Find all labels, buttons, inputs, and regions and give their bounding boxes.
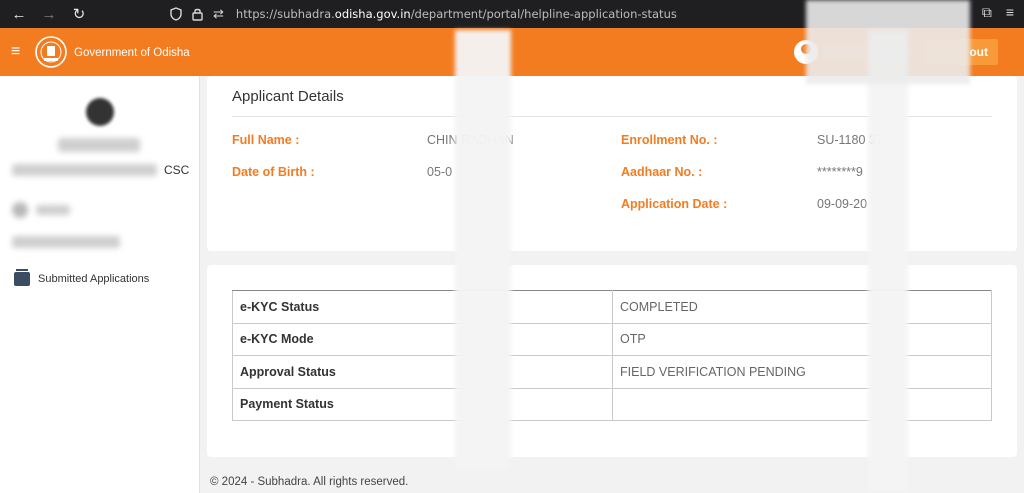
- folder-icon: [14, 269, 30, 286]
- dob-value: 05-0: [427, 165, 453, 179]
- profile-avatar: [86, 98, 114, 126]
- enrollment-label: Enrollment No. :: [621, 133, 718, 147]
- site-permissions-icon[interactable]: ⇄: [213, 6, 224, 22]
- gov-title[interactable]: Government of Odisha: [74, 47, 190, 59]
- aadhaar-value: ********9: [817, 165, 863, 179]
- nav-item-blurred[interactable]: [12, 236, 120, 248]
- payment-status-value: [612, 387, 992, 421]
- ekyc-mode-value: OTP: [612, 322, 992, 356]
- back-arrow-icon[interactable]: ←: [6, 2, 32, 26]
- full-name-label: Full Name :: [232, 133, 300, 147]
- application-date-value: 09-09-20: [817, 197, 868, 211]
- ekyc-status-label: e-KYC Status: [232, 290, 613, 324]
- aadhaar-label: Aadhaar No. :: [621, 165, 703, 179]
- odisha-emblem-logo: [34, 34, 68, 70]
- privacy-blur-overlay: [868, 30, 908, 492]
- url-text: https://subhadra.odisha.gov.in/departmen…: [235, 7, 677, 21]
- privacy-blur-overlay: [455, 30, 511, 470]
- ekyc-status-value: COMPLETED: [612, 290, 992, 324]
- approval-status-value: FIELD VERIFICATION PENDING: [612, 355, 992, 389]
- forward-arrow-icon[interactable]: →: [36, 2, 62, 26]
- footer-copyright: © 2024 - Subhadra. All rights reserved.: [210, 476, 409, 488]
- sidebar-item-submitted-applications[interactable]: Submitted Applications: [14, 269, 150, 286]
- profile-subtitle-blurred: [12, 164, 157, 176]
- nav-icon-blurred: [12, 202, 28, 218]
- nav-item-blurred[interactable]: [36, 205, 70, 215]
- shield-icon: [170, 7, 182, 21]
- lock-icon: [192, 7, 203, 21]
- section-title: Applicant Details: [232, 88, 344, 105]
- extensions-icon[interactable]: ⧉: [982, 4, 992, 21]
- menu-icon[interactable]: ≡: [1006, 4, 1014, 21]
- profile-name-blurred: [58, 138, 140, 152]
- dob-label: Date of Birth :: [232, 165, 315, 179]
- ekyc-mode-label: e-KYC Mode: [232, 322, 613, 356]
- payment-status-label: Payment Status: [232, 387, 613, 421]
- reload-icon[interactable]: ↻: [66, 2, 92, 26]
- sidebar-item-label: Submitted Applications: [38, 273, 150, 285]
- approval-status-label: Approval Status: [232, 355, 613, 389]
- profile-role: CSC: [164, 163, 190, 177]
- privacy-blur-overlay: [806, 0, 970, 84]
- hamburger-menu-icon[interactable]: ≡: [11, 44, 20, 60]
- application-date-label: Application Date :: [621, 197, 728, 211]
- sidebar: CSC Submitted Applications: [0, 76, 200, 493]
- address-bar[interactable]: ⇄ https://subhadra.odisha.gov.in/departm…: [170, 3, 677, 25]
